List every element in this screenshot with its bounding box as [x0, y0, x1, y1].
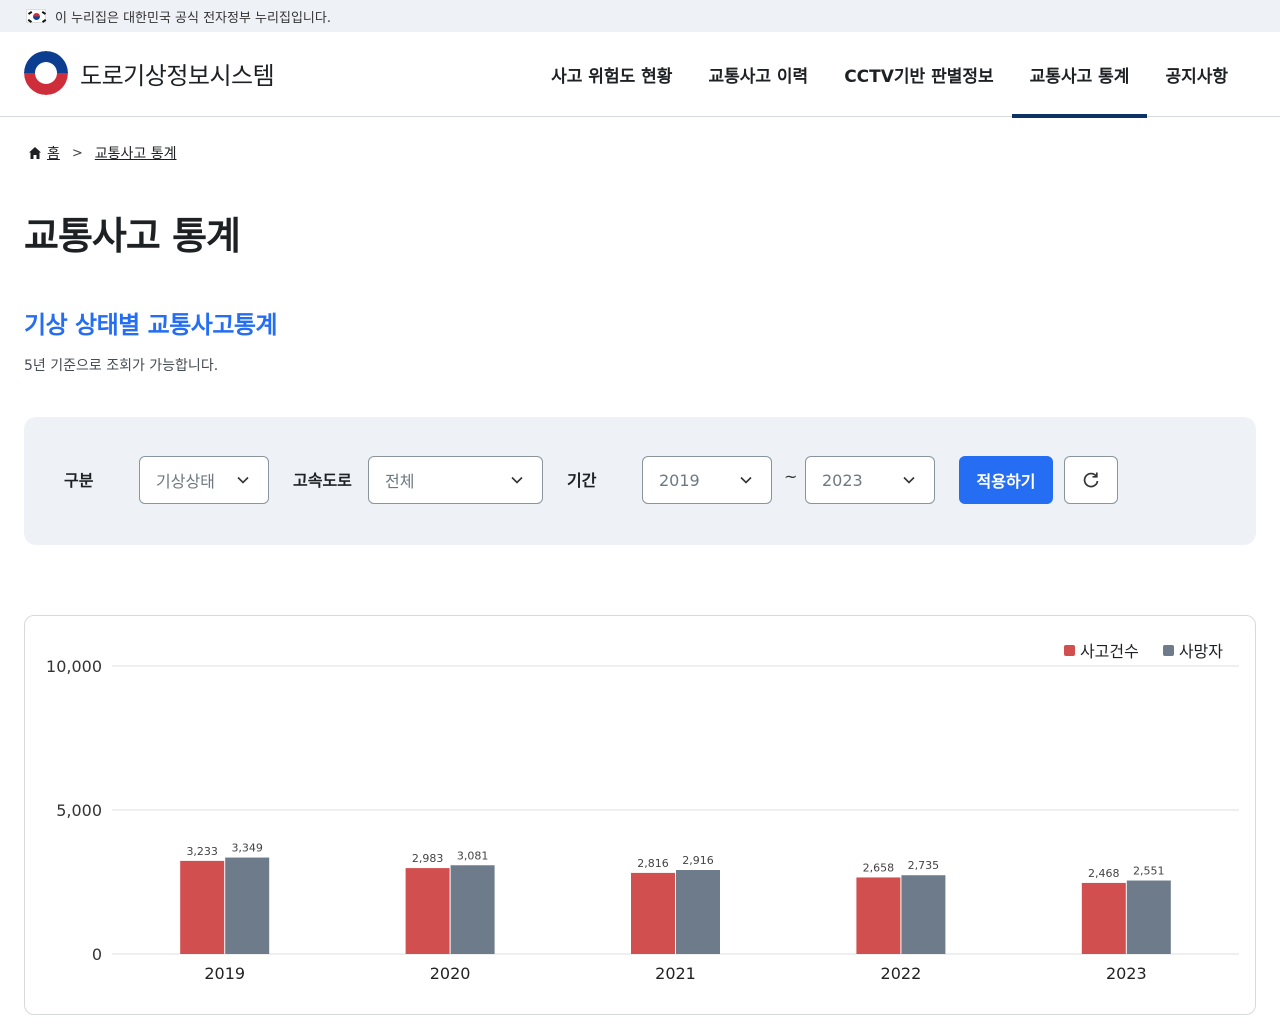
government-emblem-icon [24, 51, 68, 95]
home-icon [29, 147, 41, 159]
period-from-select[interactable]: 2019 [642, 456, 772, 504]
chevron-down-icon [740, 476, 752, 484]
period-label: 기간 [567, 471, 597, 490]
bar-death [1126, 880, 1171, 954]
period-separator: ~ [784, 467, 798, 486]
x-tick-label: 2019 [204, 964, 245, 983]
breadcrumb: 홈 > 교통사고 통계 [28, 143, 177, 163]
x-tick-label: 2022 [881, 964, 922, 983]
highway-select-value: 전체 [385, 472, 415, 491]
legend-item-accident: 사고건수 [1063, 638, 1139, 662]
refresh-icon [1083, 472, 1099, 488]
period-to-value: 2023 [822, 470, 863, 490]
category-label: 구분 [64, 471, 94, 490]
nav-item-notices[interactable]: 공지사항 [1147, 32, 1246, 117]
logo-text: 도로기상정보시스템 [80, 61, 275, 90]
category-select[interactable]: 기상상태 [139, 456, 269, 504]
bar-accident [631, 872, 675, 954]
bar-death [676, 870, 720, 954]
x-tick-label: 2021 [655, 964, 696, 983]
legend-label-death: 사망자 [1178, 642, 1223, 661]
data-label: 3,233 [186, 845, 218, 858]
data-label: 2,916 [682, 854, 714, 867]
y-tick-label: 0 [92, 945, 102, 964]
legend-item-death: 사망자 [1162, 638, 1223, 662]
bar-death [901, 875, 946, 954]
site-logo[interactable]: 도로기상정보시스템 [24, 51, 275, 95]
category-select-value: 기상상태 [156, 472, 215, 491]
data-label: 2,816 [637, 857, 669, 870]
section-description: 5년 기준으로 조회가 가능합니다. [24, 358, 219, 374]
data-label: 2,735 [908, 859, 940, 872]
bar-accident [856, 877, 901, 954]
legend-swatch-accident [1063, 644, 1075, 656]
bar-accident [1081, 882, 1126, 954]
bar-accident [180, 860, 225, 954]
legend-label-accident: 사고건수 [1079, 642, 1139, 661]
nav-item-accident-history[interactable]: 교통사고 이력 [690, 32, 826, 117]
period-to-select[interactable]: 2023 [805, 456, 935, 504]
x-tick-label: 2023 [1106, 964, 1147, 983]
bar-accident [405, 868, 450, 954]
page-title: 교통사고 통계 [24, 214, 241, 258]
data-label: 3,349 [231, 842, 263, 855]
nav-item-accident-stats[interactable]: 교통사고 통계 [1011, 32, 1148, 118]
data-label: 2,551 [1133, 865, 1165, 878]
data-label: 3,081 [457, 849, 489, 862]
chevron-down-icon [511, 476, 523, 484]
x-tick-label: 2020 [430, 964, 471, 983]
chevron-down-icon [237, 476, 249, 484]
bar-death [225, 857, 270, 954]
chart-card: 0 5,000 10,000 3,233 3,349 2019 2,983 3,081 2020… [24, 615, 1256, 1015]
period-from-value: 2019 [659, 470, 700, 490]
breadcrumb-current[interactable]: 교통사고 통계 [95, 143, 177, 163]
bar-chart: 0 5,000 10,000 3,233 3,349 2019 2,983 3,081 2020… [46, 657, 1239, 983]
data-label: 2,983 [412, 852, 444, 865]
gov-banner: 이 누리집은 대한민국 공식 전자정부 누리집입니다. [0, 0, 1280, 32]
chart-legend: 사고건수 사망자 [1040, 638, 1223, 662]
chevron-right-icon: > [71, 145, 83, 161]
gov-banner-text: 이 누리집은 대한민국 공식 전자정부 누리집입니다. [55, 10, 331, 26]
chevron-down-icon [903, 476, 915, 484]
korea-flag-icon [26, 9, 47, 23]
legend-swatch-death [1162, 644, 1174, 656]
site-header: 도로기상정보시스템 사고 위험도 현황 교통사고 이력 CCTV기반 판별정보 … [0, 32, 1280, 118]
nav-item-accident-risk[interactable]: 사고 위험도 현황 [533, 32, 690, 117]
filter-panel: 구분 기상상태 고속도로 전체 기간 2019 ~ 2023 적용하기 [24, 417, 1256, 545]
y-tick-label: 10,000 [46, 657, 102, 676]
section-title: 기상 상태별 교통사고통계 [24, 311, 278, 339]
data-label: 2,658 [863, 861, 895, 874]
y-tick-label: 5,000 [56, 801, 102, 820]
data-label: 2,468 [1088, 867, 1120, 880]
main-nav: 사고 위험도 현황 교통사고 이력 CCTV기반 판별정보 교통사고 통계 공지… [533, 32, 1246, 118]
bar-death [450, 865, 495, 954]
highway-select[interactable]: 전체 [368, 456, 543, 504]
apply-button[interactable]: 적용하기 [959, 456, 1053, 504]
nav-item-cctv-info[interactable]: CCTV기반 판별정보 [826, 32, 1011, 117]
breadcrumb-home-link[interactable]: 홈 [47, 143, 60, 163]
highway-label: 고속도로 [293, 471, 352, 490]
reset-button[interactable] [1064, 456, 1118, 504]
